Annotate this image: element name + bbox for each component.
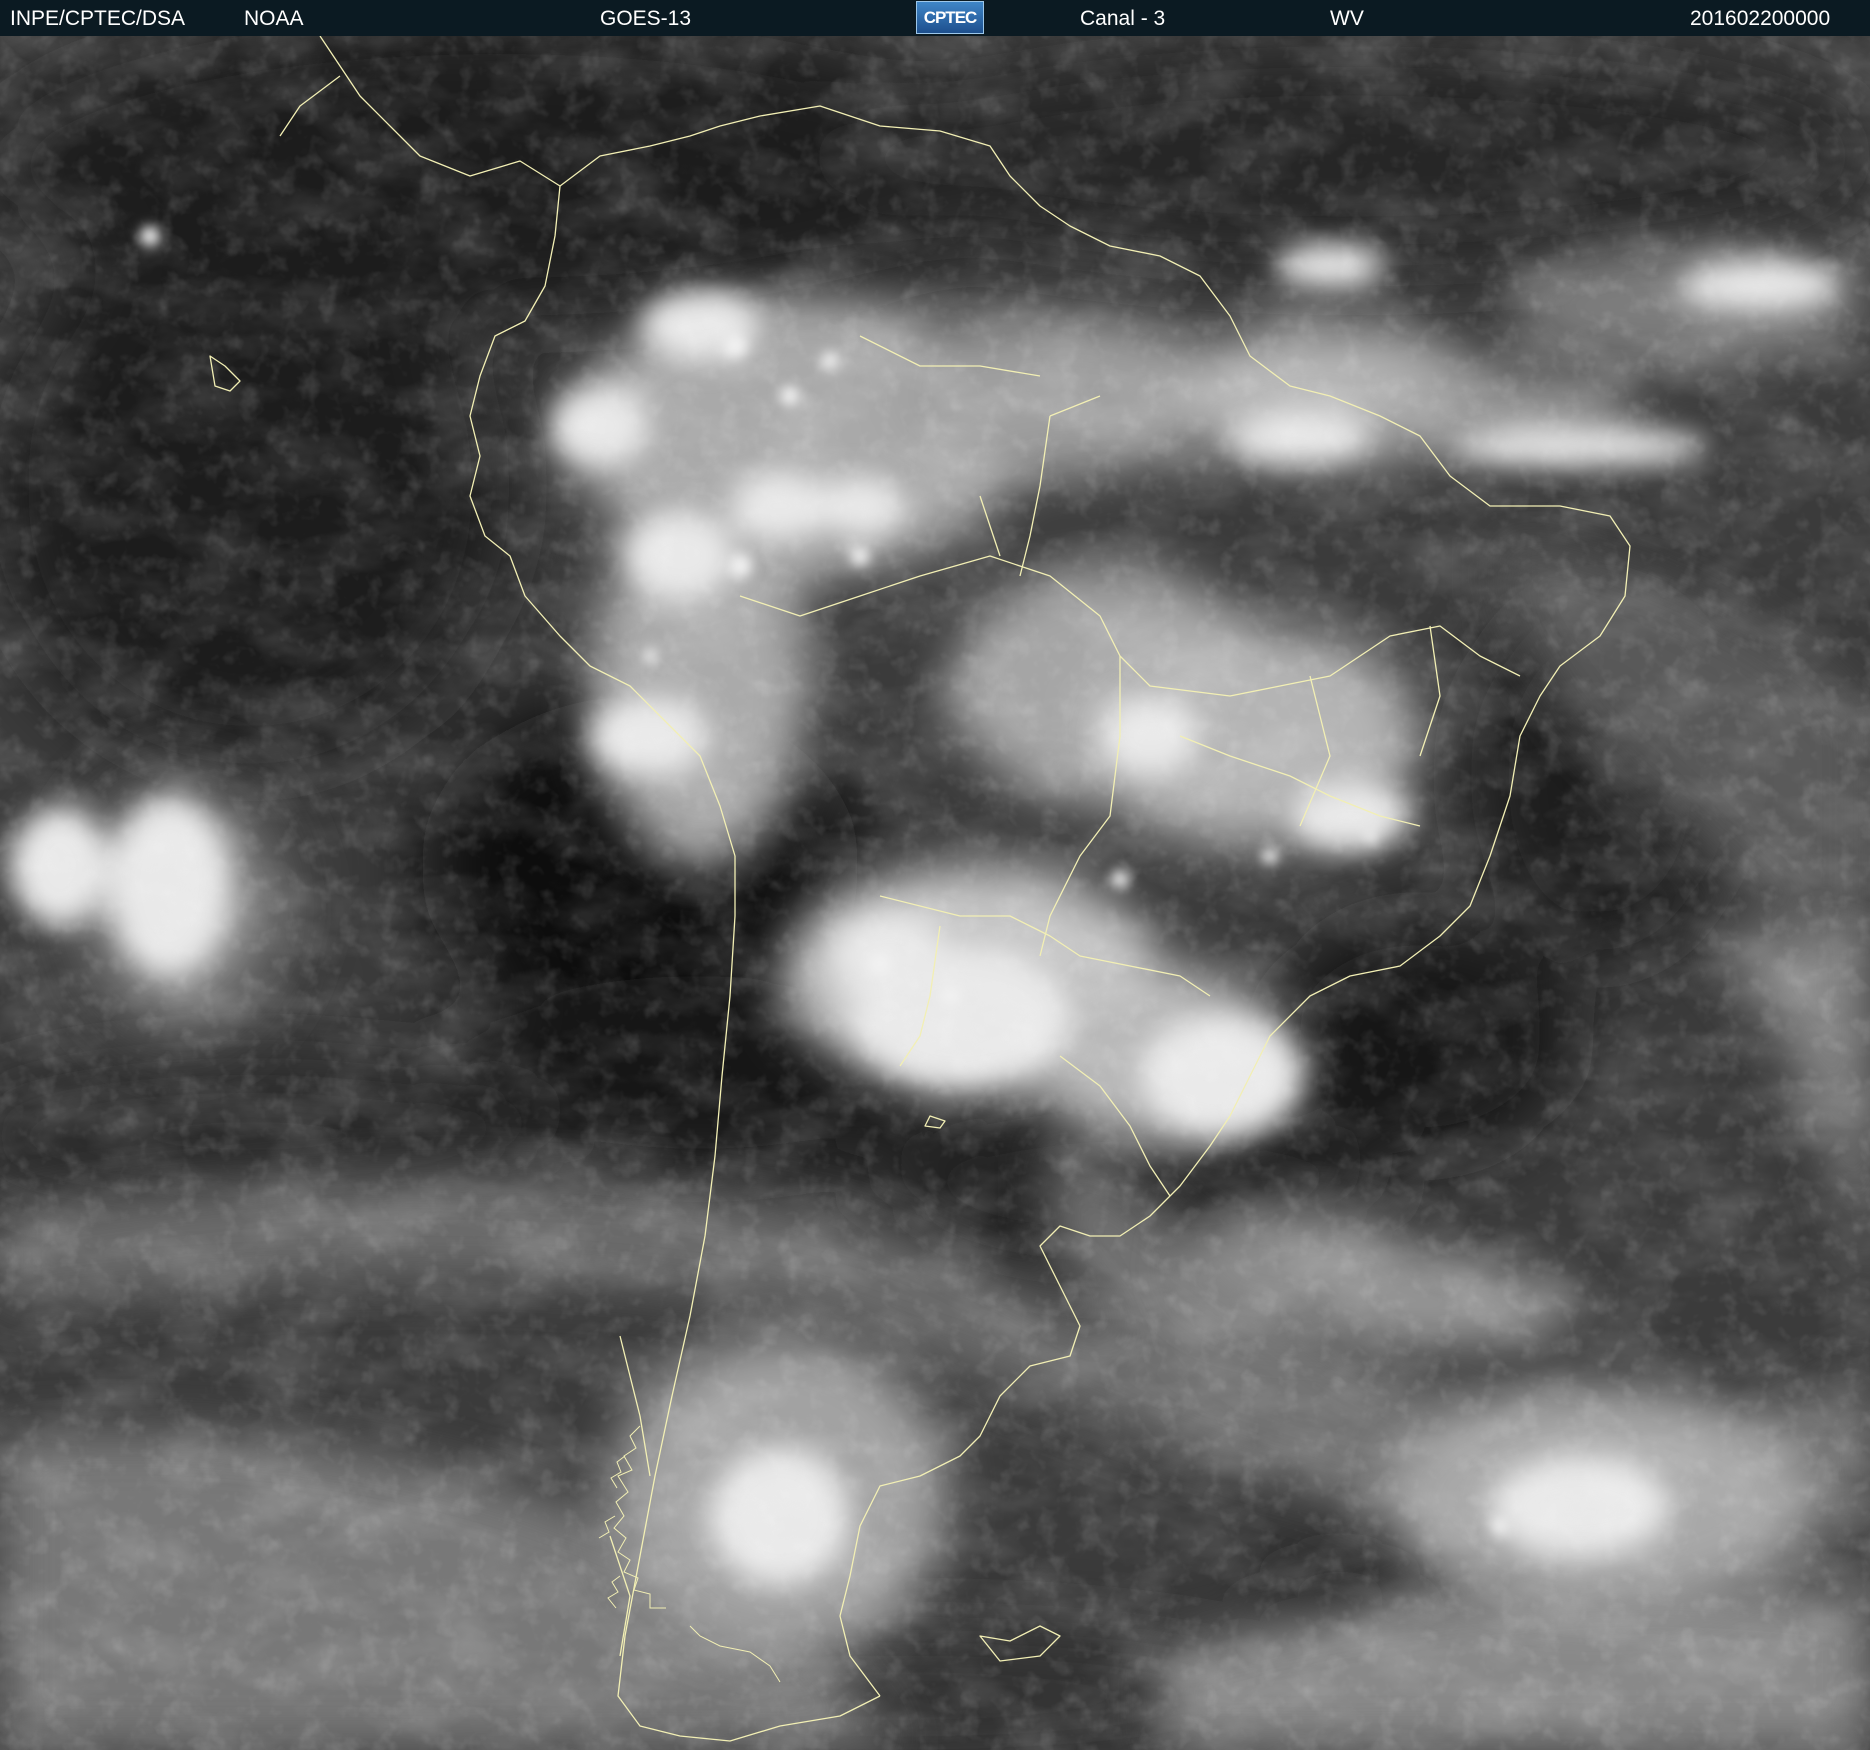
cptec-logo: CPTEC xyxy=(916,1,984,34)
satellite-image xyxy=(0,36,1870,1750)
logo-text: CPTEC xyxy=(923,8,978,27)
header-bar: INPE/CPTEC/DSA NOAA GOES-13 CPTEC Canal … xyxy=(0,0,1870,36)
org-label: INPE/CPTEC/DSA xyxy=(10,7,186,30)
agency-label: NOAA xyxy=(244,7,304,30)
satellite-label: GOES-13 xyxy=(600,7,692,30)
band-label: WV xyxy=(1330,7,1364,30)
water-vapor-image xyxy=(0,36,1870,1750)
timestamp-label: 201602200000 xyxy=(1690,7,1831,30)
channel-label: Canal - 3 xyxy=(1080,7,1166,30)
